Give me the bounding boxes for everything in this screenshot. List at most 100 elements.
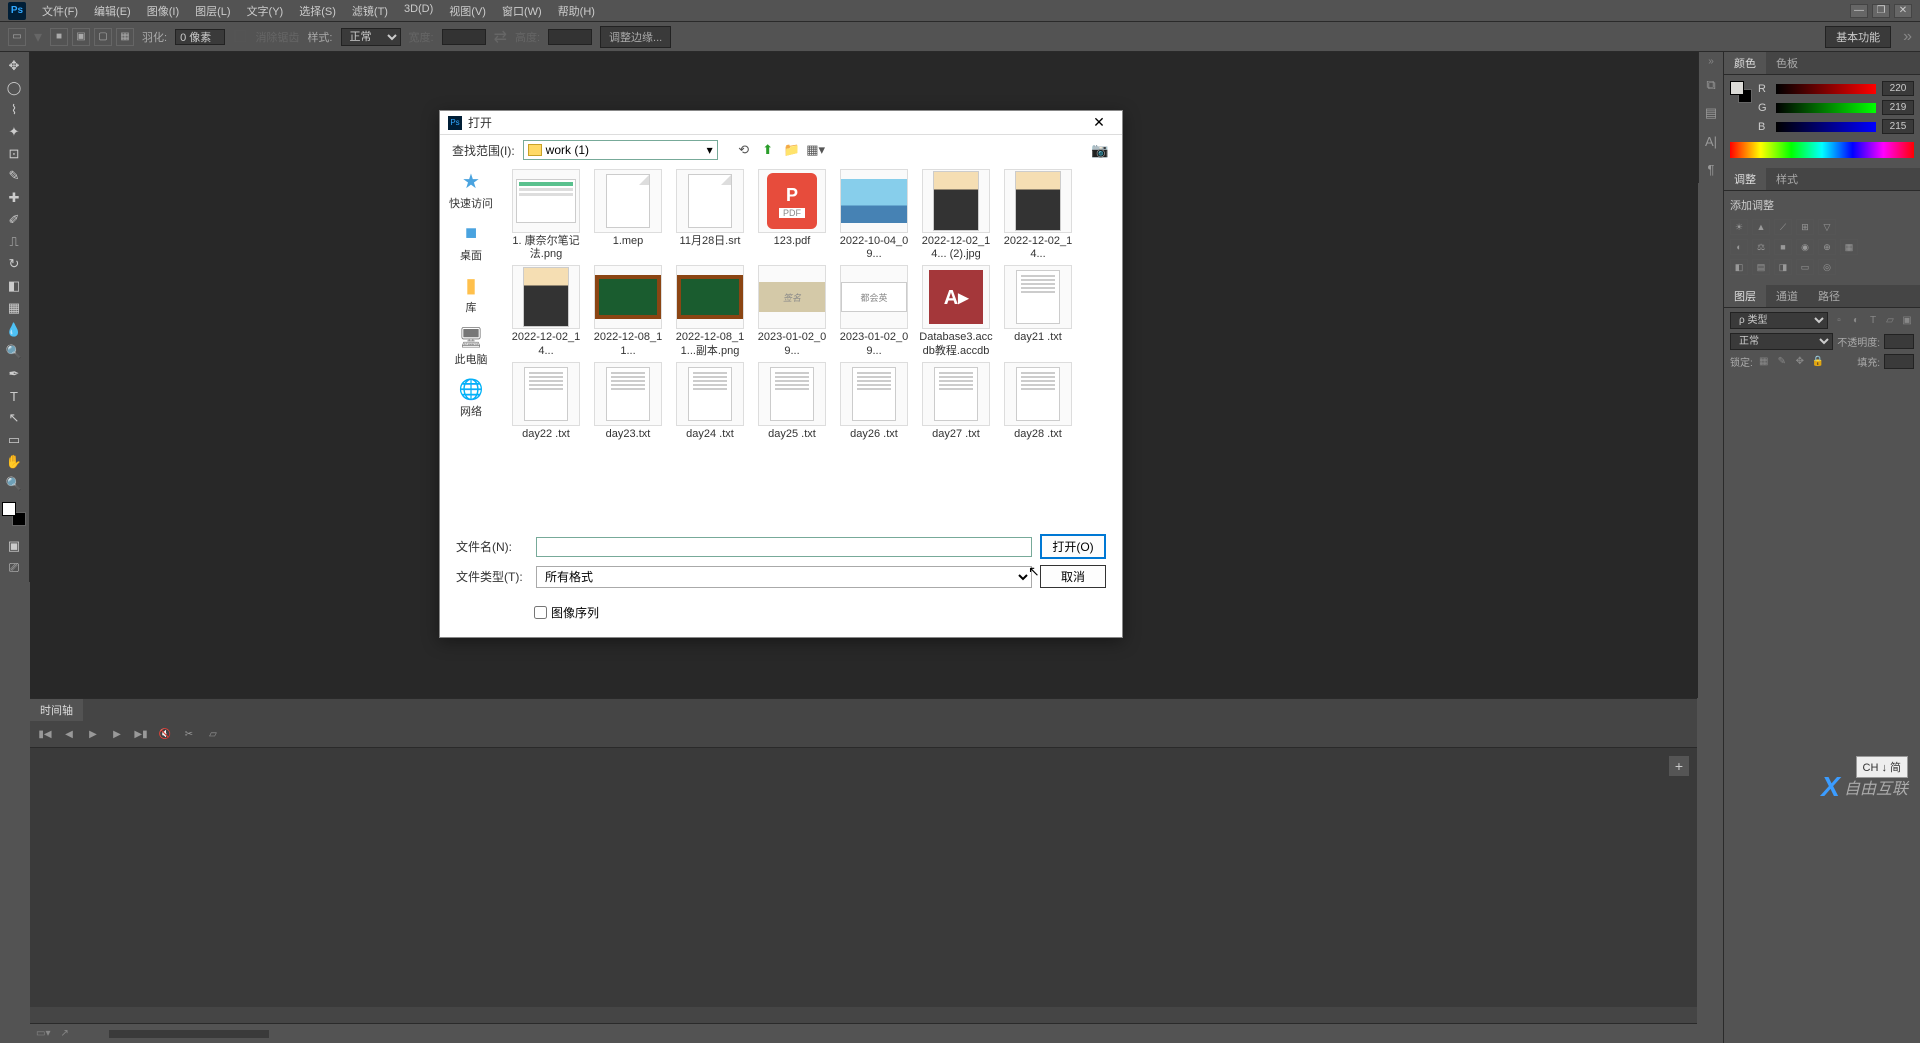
refine-edge-button[interactable]: 调整边缘... [600, 26, 671, 48]
up-icon[interactable]: ⬆ [758, 140, 778, 160]
balance-icon[interactable]: ⚖ [1752, 239, 1770, 255]
g-value[interactable] [1882, 100, 1914, 115]
dialog-close-button[interactable]: ✕ [1084, 112, 1114, 134]
healing-tool[interactable]: ✚ [2, 188, 26, 208]
open-button[interactable]: 打开(O) [1040, 534, 1106, 559]
sidebar-item[interactable]: ■桌面 [457, 221, 485, 263]
b-slider[interactable] [1776, 122, 1876, 132]
bw-icon[interactable]: ■ [1774, 239, 1792, 255]
back-icon[interactable]: ⟲ [734, 140, 754, 160]
exposure-icon[interactable]: ⊞ [1796, 219, 1814, 235]
file-item[interactable]: 签名2023-01-02_09... [752, 265, 832, 357]
eyedropper-tool[interactable]: ✎ [2, 166, 26, 186]
screenmode-tool[interactable]: ⎚ [2, 558, 26, 578]
lock-all-icon[interactable]: 🔒 [1811, 355, 1825, 369]
photo-filter-icon[interactable]: ◉ [1796, 239, 1814, 255]
layers-tab[interactable]: 图层 [1724, 285, 1766, 307]
brush-tool[interactable]: ✐ [2, 210, 26, 230]
menu-item[interactable]: 文字(Y) [239, 1, 292, 21]
hue-icon[interactable]: ◐ [1730, 239, 1748, 255]
workspace-button[interactable]: 基本功能 [1825, 26, 1891, 48]
filename-input[interactable] [536, 537, 1032, 557]
path-tool[interactable]: ↖ [2, 408, 26, 428]
quickmask-tool[interactable]: ▣ [2, 536, 26, 556]
menu-item[interactable]: 帮助(H) [550, 1, 603, 21]
timeline-prev-button[interactable]: ◀ [60, 727, 78, 741]
brightness-icon[interactable]: ☀ [1730, 219, 1748, 235]
timeline-add-button[interactable]: + [1669, 756, 1689, 776]
close-button[interactable]: ✕ [1894, 4, 1912, 18]
menu-item[interactable]: 图像(I) [139, 1, 187, 21]
menu-item[interactable]: 文件(F) [34, 1, 86, 21]
gradient-map-icon[interactable]: ▭ [1796, 259, 1814, 275]
history-panel-icon[interactable]: ⧉ [1701, 75, 1721, 95]
maximize-button[interactable]: ❐ [1872, 4, 1890, 18]
fill-input[interactable] [1884, 354, 1914, 369]
file-item[interactable]: 2022-10-04_09... [834, 169, 914, 261]
marquee-tool-icon[interactable]: ▭ [8, 28, 26, 46]
status-scroll[interactable] [109, 1030, 269, 1038]
threshold-icon[interactable]: ◨ [1774, 259, 1792, 275]
timeline-first-button[interactable]: ▮◀ [36, 727, 54, 741]
camera-icon[interactable]: 📷 [1090, 140, 1110, 160]
file-item[interactable]: 2022-12-02_14... [998, 169, 1078, 261]
filter-adjust-icon[interactable]: ◐ [1849, 314, 1863, 328]
timeline-cut-button[interactable]: ✂ [180, 727, 198, 741]
color-tab[interactable]: 颜色 [1724, 52, 1766, 74]
dodge-tool[interactable]: 🔍 [2, 342, 26, 362]
zoom-display[interactable]: ▭▾ [36, 1028, 50, 1039]
menu-item[interactable]: 选择(S) [291, 1, 344, 21]
file-item[interactable]: 2022-12-08_11...副本.png [670, 265, 750, 357]
crop-tool[interactable]: ⊡ [2, 144, 26, 164]
invert-icon[interactable]: ◧ [1730, 259, 1748, 275]
zoom-tool[interactable]: 🔍 [2, 474, 26, 494]
lock-pixel-icon[interactable]: ✎ [1775, 355, 1789, 369]
selection-add-icon[interactable]: ▣ [72, 28, 90, 46]
foreground-color[interactable] [2, 502, 16, 516]
move-tool[interactable]: ✥ [2, 56, 26, 76]
g-slider[interactable] [1776, 103, 1876, 113]
filter-pixel-icon[interactable]: ▫ [1832, 314, 1846, 328]
timeline-play-button[interactable]: ▶ [84, 727, 102, 741]
file-item[interactable]: PPDF123.pdf [752, 169, 832, 261]
posterize-icon[interactable]: ▤ [1752, 259, 1770, 275]
marquee-tool[interactable]: ◯ [2, 78, 26, 98]
timeline-mute-button[interactable]: 🔇 [156, 727, 174, 741]
lasso-tool[interactable]: ⌇ [2, 100, 26, 120]
file-item[interactable]: 2022-12-08_11... [588, 265, 668, 357]
fg-swatch[interactable] [1730, 81, 1744, 95]
type-tool[interactable]: T [2, 386, 26, 406]
menu-item[interactable]: 编辑(E) [86, 1, 139, 21]
filetype-select[interactable]: 所有格式 [536, 566, 1032, 588]
history-brush-tool[interactable]: ↻ [2, 254, 26, 274]
selection-intersect-icon[interactable]: ▦ [116, 28, 134, 46]
opacity-input[interactable] [1884, 334, 1914, 349]
r-slider[interactable] [1776, 84, 1876, 94]
cancel-button[interactable]: 取消 [1040, 565, 1106, 588]
lookup-icon[interactable]: ▦ [1840, 239, 1858, 255]
timeline-tab[interactable]: 时间轴 [30, 699, 83, 721]
file-item[interactable]: day22 .txt [506, 362, 586, 441]
selective-icon[interactable]: ◎ [1818, 259, 1836, 275]
file-item[interactable]: 11月28日.srt [670, 169, 750, 261]
gradient-tool[interactable]: ▦ [2, 298, 26, 318]
file-item[interactable]: day27 .txt [916, 362, 996, 441]
file-item[interactable]: day24 .txt [670, 362, 750, 441]
channel-mixer-icon[interactable]: ⊕ [1818, 239, 1836, 255]
menu-item[interactable]: 窗口(W) [494, 1, 550, 21]
lock-trans-icon[interactable]: ▦ [1757, 355, 1771, 369]
filter-smart-icon[interactable]: ▣ [1900, 314, 1914, 328]
sidebar-item[interactable]: ▮库 [457, 273, 485, 315]
properties-panel-icon[interactable]: ▤ [1701, 103, 1721, 123]
file-item[interactable]: 1.mep [588, 169, 668, 261]
r-value[interactable] [1882, 81, 1914, 96]
file-item[interactable]: day21 .txt [998, 265, 1078, 357]
minimize-button[interactable]: — [1850, 4, 1868, 18]
file-item[interactable]: day25 .txt [752, 362, 832, 441]
sequence-checkbox[interactable]: 图像序列 [534, 604, 1106, 621]
filter-type-icon[interactable]: T [1866, 314, 1880, 328]
channels-tab[interactable]: 通道 [1766, 285, 1808, 307]
blur-tool[interactable]: 💧 [2, 320, 26, 340]
file-item[interactable]: 1. 康奈尔笔记法.png [506, 169, 586, 261]
eraser-tool[interactable]: ◧ [2, 276, 26, 296]
